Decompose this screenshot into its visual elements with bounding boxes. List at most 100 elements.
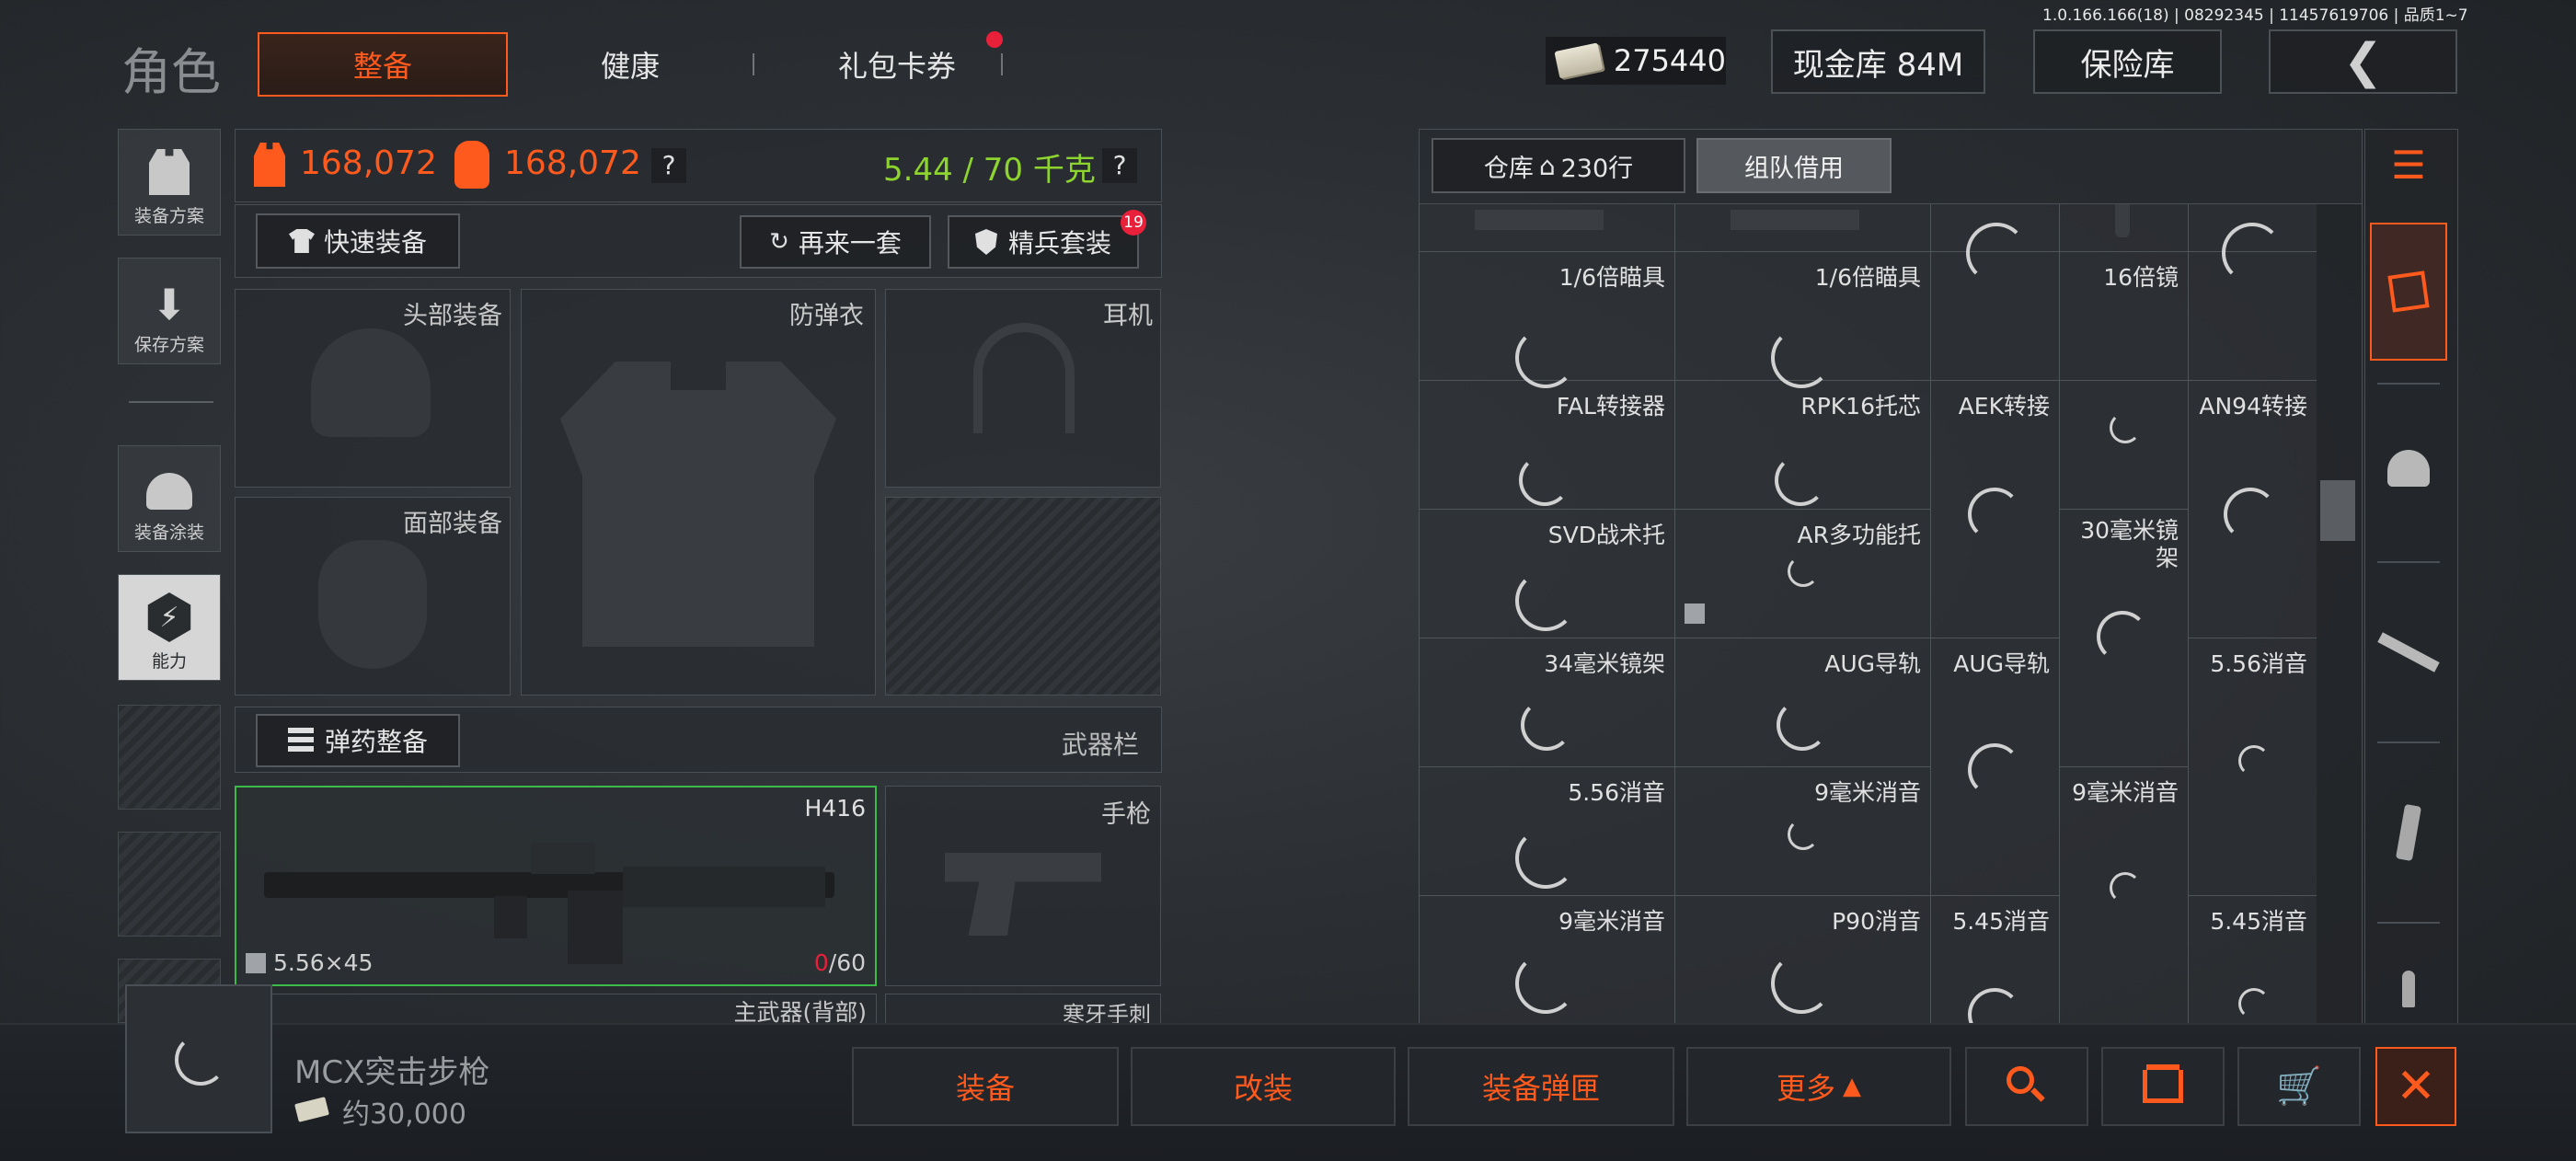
warehouse-cell[interactable] bbox=[2060, 252, 2189, 510]
warehouse-cell[interactable]: AUG导轨 bbox=[1675, 638, 1931, 767]
warehouse-cell[interactable]: 5.56消音 bbox=[1420, 767, 1675, 896]
ammo-type-icon bbox=[246, 953, 266, 973]
modify-label: 改装 bbox=[1233, 1071, 1293, 1106]
warehouse-cell[interactable]: P90消音 bbox=[1675, 896, 1931, 1023]
sidebar-item-loadout-plan[interactable]: 装备方案 bbox=[118, 129, 221, 236]
safe-box-label: 保险库 bbox=[2080, 46, 2175, 84]
tab-team-borrow[interactable]: 组队借用 bbox=[1696, 138, 1892, 193]
category-all-tab[interactable]: ☰ bbox=[2370, 136, 2447, 195]
sidebar-empty-slot[interactable] bbox=[118, 832, 221, 937]
modify-button[interactable]: 改装 bbox=[1131, 1047, 1396, 1126]
warehouse-scrollbar-track[interactable] bbox=[2317, 204, 2363, 1023]
ammo-type: 5.56×45 bbox=[273, 949, 374, 976]
box-open-icon bbox=[2143, 1070, 2183, 1103]
warehouse-cell[interactable]: 9毫米消音 bbox=[2060, 767, 2189, 1023]
tab-gift-coupons[interactable]: 礼包卡券 bbox=[791, 32, 1003, 97]
equip-magazine-button[interactable]: 装备弹匣 bbox=[1408, 1047, 1674, 1126]
backpack-icon bbox=[454, 141, 489, 189]
warehouse-cell[interactable]: RPK16托芯 bbox=[1675, 381, 1931, 510]
loading-spinner-icon bbox=[1771, 953, 1832, 1014]
warehouse-cell[interactable]: 1/6倍瞄具 bbox=[1675, 252, 1931, 388]
warehouse-cell[interactable]: 30毫米镜架 bbox=[2060, 510, 2189, 767]
slot-earphone[interactable]: 耳机 bbox=[885, 289, 1161, 488]
loading-spinner-icon bbox=[1771, 328, 1832, 388]
tab-warehouse[interactable]: 仓库 ⌂ 230行 bbox=[1432, 138, 1685, 193]
category-attachments-tab[interactable] bbox=[2370, 223, 2447, 361]
warehouse-cell[interactable]: SVD战术托 bbox=[1420, 510, 1675, 638]
warehouse-cell[interactable]: 34毫米镜架 bbox=[1420, 638, 1675, 767]
category-ammo-tab[interactable] bbox=[2370, 957, 2447, 1021]
slot-face[interactable]: 面部装备 bbox=[235, 497, 511, 695]
sidebar-item-skin[interactable]: 装备涂装 bbox=[118, 445, 221, 552]
sidebar-item-save-plan[interactable]: ⬇ 保存方案 bbox=[118, 258, 221, 364]
warehouse-cell[interactable] bbox=[2189, 204, 2317, 381]
warehouse-cell[interactable]: AUG导轨 bbox=[1931, 638, 2060, 896]
slot-melee[interactable]: 寒牙手刺 bbox=[885, 994, 1161, 1028]
loading-spinner-icon bbox=[1775, 454, 1826, 506]
slot-pistol[interactable]: 手枪 bbox=[885, 786, 1161, 986]
selected-item-price: 约30,000 bbox=[342, 1098, 466, 1131]
warehouse-cell[interactable]: 5.45消音 bbox=[2189, 896, 2317, 1023]
quick-equip-button[interactable]: 快速装备 bbox=[256, 213, 460, 269]
tab-health[interactable]: 健康 bbox=[552, 32, 708, 97]
back-button[interactable]: ❮ bbox=[2269, 29, 2457, 94]
slot-empty[interactable] bbox=[885, 497, 1161, 695]
item-label: SVD战术托 bbox=[1547, 522, 1665, 548]
warehouse-cell[interactable]: 5.45消音 bbox=[1931, 896, 2060, 1023]
warehouse-cell[interactable]: FAL转接器 bbox=[1420, 381, 1675, 510]
shield-icon bbox=[974, 229, 997, 255]
storage-button[interactable] bbox=[2101, 1047, 2225, 1126]
ammo-equip-button[interactable]: 弹药整备 bbox=[256, 714, 460, 767]
equip-button[interactable]: 装备 bbox=[852, 1047, 1119, 1126]
warehouse-cell[interactable]: 1/6倍瞄具 bbox=[1420, 252, 1675, 388]
loading-spinner-icon bbox=[2238, 988, 2270, 1019]
slot-head[interactable]: 头部装备 bbox=[235, 289, 511, 488]
sidebar-divider bbox=[129, 401, 213, 403]
category-helmet-tab[interactable] bbox=[2370, 418, 2447, 519]
warehouse-cell[interactable]: 5.56消音 bbox=[2189, 638, 2317, 896]
sidebar-item-ability[interactable]: ⚡ 能力 bbox=[118, 574, 221, 681]
slot-primary-weapon[interactable]: H416 5.56×45 0/60 bbox=[235, 786, 877, 986]
currency-display: 275440 bbox=[1546, 37, 1726, 85]
warehouse-cell[interactable] bbox=[1931, 204, 2060, 381]
warehouse-cell[interactable]: AEK转接 bbox=[1931, 381, 2060, 638]
warehouse-scrollbar-thumb[interactable] bbox=[2320, 480, 2355, 541]
weight-help-button[interactable]: ? bbox=[1102, 148, 1137, 183]
warehouse-cell[interactable] bbox=[2060, 204, 2189, 252]
currency-value: 275440 bbox=[1613, 43, 1726, 78]
cash-vault-button[interactable]: 现金库 84M bbox=[1771, 29, 1985, 94]
ability-icon: ⚡ bbox=[147, 592, 191, 642]
category-divider bbox=[2377, 922, 2440, 924]
category-divider bbox=[2377, 561, 2440, 563]
loading-spinner-icon bbox=[1968, 488, 2021, 541]
more-button[interactable]: 更多 ▲ bbox=[1686, 1047, 1951, 1126]
category-magazine-tab[interactable] bbox=[2370, 782, 2447, 883]
warehouse-cell[interactable] bbox=[1420, 204, 1675, 252]
loading-spinner-icon bbox=[1968, 988, 2021, 1023]
search-icon bbox=[2007, 1066, 2047, 1107]
search-button[interactable] bbox=[1965, 1047, 2088, 1126]
sidebar-empty-slot[interactable] bbox=[118, 705, 221, 810]
safe-box-button[interactable]: 保险库 bbox=[2033, 29, 2222, 94]
sidebar-item-label: 装备涂装 bbox=[133, 523, 204, 543]
warehouse-cell[interactable]: 9毫米消音 bbox=[1675, 767, 1931, 896]
weapon-bar-label: 武器栏 bbox=[1062, 730, 1140, 760]
head-slot-label: 头部装备 bbox=[403, 302, 502, 330]
warehouse-cell[interactable]: AN94转接 bbox=[2189, 381, 2317, 638]
warehouse-cell[interactable] bbox=[1675, 204, 1931, 252]
another-set-button[interactable]: ↻ 再来一套 bbox=[740, 215, 931, 269]
slot-primary-back[interactable]: 主武器(背部) bbox=[235, 994, 877, 1026]
help-button[interactable]: ? bbox=[651, 148, 686, 183]
rifle-icon bbox=[2377, 632, 2440, 672]
item-label: 34毫米镜架 bbox=[1544, 650, 1665, 677]
category-weapon-tab[interactable] bbox=[2370, 602, 2447, 703]
cart-button[interactable]: 🛒 bbox=[2237, 1047, 2361, 1126]
close-button[interactable]: ✕ bbox=[2375, 1047, 2456, 1126]
slot-body-armor[interactable]: 防弹衣 bbox=[521, 289, 876, 695]
warehouse-cell[interactable]: 9毫米消音 bbox=[1420, 896, 1675, 1023]
elite-set-button[interactable]: 精兵套装 bbox=[948, 215, 1139, 269]
tab-loadout[interactable]: 整备 bbox=[258, 32, 508, 97]
warehouse-cell[interactable]: AR多功能托 bbox=[1675, 510, 1931, 638]
selected-item-thumb[interactable] bbox=[125, 984, 272, 1133]
home-icon: ⌂ bbox=[1538, 150, 1556, 181]
